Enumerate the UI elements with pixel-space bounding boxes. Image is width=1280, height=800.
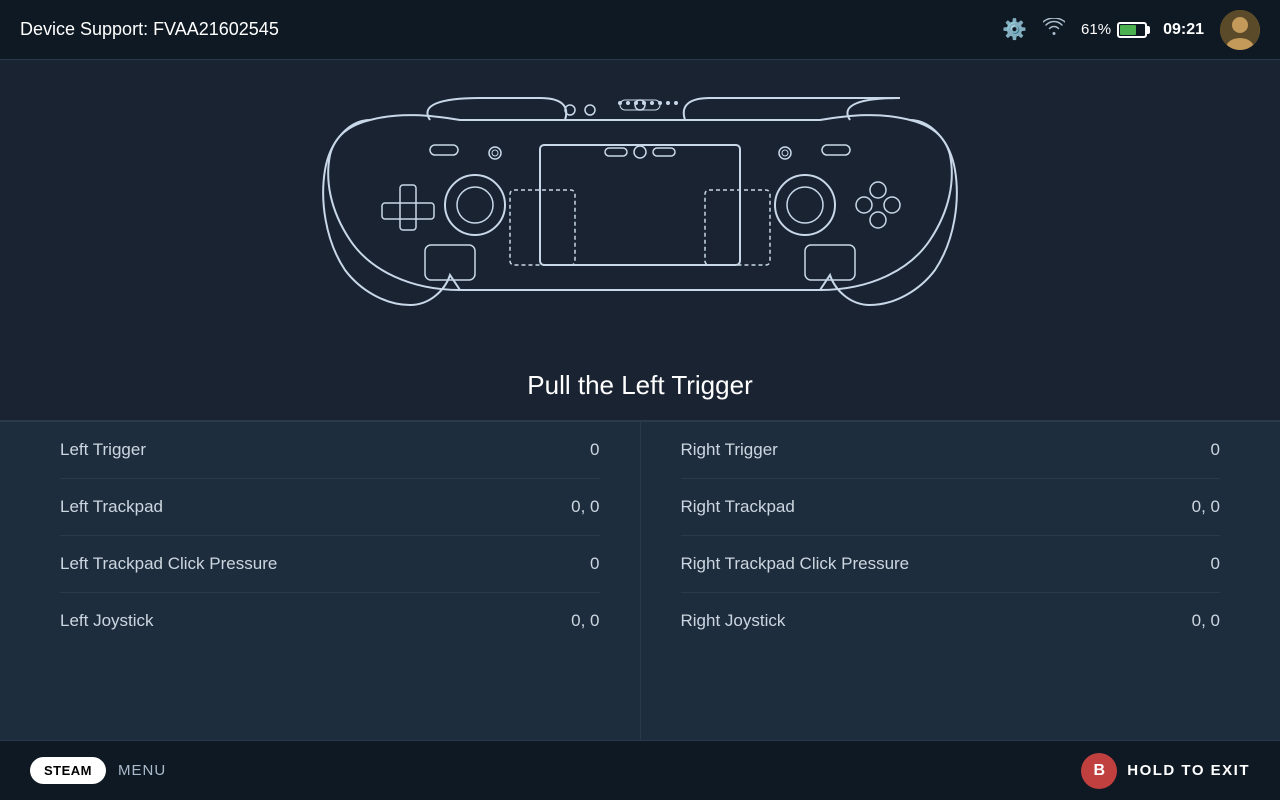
table-row: Right Trigger 0 [681,422,1221,479]
battery-fill [1120,25,1136,35]
menu-label: MENU [118,762,166,779]
battery-percent: 61% [1081,21,1111,38]
left-data-column: Left Trigger 0 Left Trackpad 0, 0 Left T… [60,422,641,740]
steam-menu: STEAM MENU [30,757,166,784]
data-value: 0 [590,554,599,574]
battery-icon [1117,22,1147,38]
data-value: 0, 0 [571,497,599,517]
table-row: Left Joystick 0, 0 [60,593,600,649]
hold-to-exit[interactable]: B HOLD TO EXIT [1081,753,1250,789]
b-button: B [1081,753,1117,789]
avatar [1220,10,1260,50]
device-title: Device Support: FVAA21602545 [20,19,1002,40]
instruction-text: Pull the Left Trigger [527,370,752,401]
data-value: 0, 0 [1192,497,1220,517]
data-label: Right Trackpad Click Pressure [681,554,910,574]
data-value: 0 [590,440,599,460]
data-value: 0 [1211,554,1220,574]
table-row: Right Trackpad 0, 0 [681,479,1221,536]
data-label: Left Joystick [60,611,154,631]
table-row: Left Trackpad 0, 0 [60,479,600,536]
controller-diagram [270,90,1010,350]
wifi-icon [1043,18,1065,42]
table-row: Left Trigger 0 [60,422,600,479]
controller-area: Pull the Left Trigger [0,60,1280,420]
footer: STEAM MENU B HOLD TO EXIT [0,740,1280,800]
right-data-column: Right Trigger 0 Right Trackpad 0, 0 Righ… [641,422,1221,740]
data-label: Left Trackpad Click Pressure [60,554,277,574]
data-label: Left Trigger [60,440,146,460]
hold-exit-label: HOLD TO EXIT [1127,762,1250,779]
table-row: Right Joystick 0, 0 [681,593,1221,649]
data-value: 0, 0 [571,611,599,631]
header-right: ⚙️ 61% 09:21 [1002,10,1260,50]
settings-icon[interactable]: ⚙️ [1002,17,1027,42]
data-label: Right Trigger [681,440,778,460]
table-row: Right Trackpad Click Pressure 0 [681,536,1221,593]
data-value: 0 [1211,440,1220,460]
steam-button[interactable]: STEAM [30,757,106,784]
table-row: Left Trackpad Click Pressure 0 [60,536,600,593]
header: Device Support: FVAA21602545 ⚙️ 61% 09:2… [0,0,1280,60]
data-label: Left Trackpad [60,497,163,517]
battery-indicator: 61% [1081,21,1147,38]
data-section: Left Trigger 0 Left Trackpad 0, 0 Left T… [0,422,1280,740]
data-value: 0, 0 [1192,611,1220,631]
time-display: 09:21 [1163,21,1204,39]
data-label: Right Trackpad [681,497,795,517]
data-label: Right Joystick [681,611,786,631]
